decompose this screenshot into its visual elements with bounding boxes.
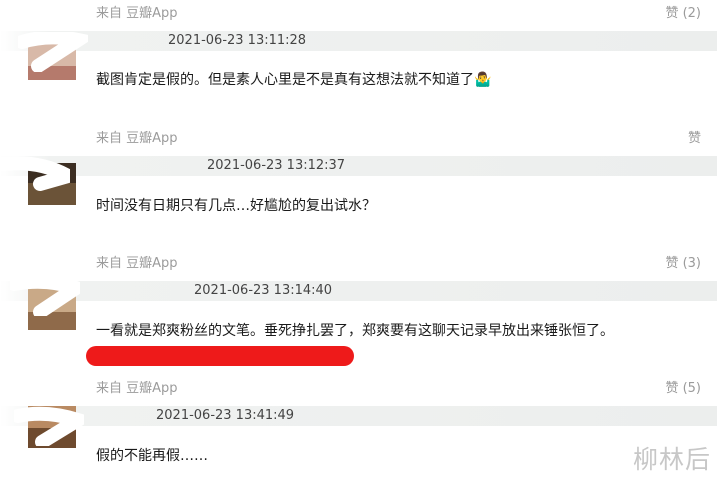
comment-3-meta: 来自 豆瓣App 赞 (3): [0, 251, 717, 271]
comment-4-meta: 来自 豆瓣App 赞 (5): [0, 376, 717, 396]
comment-header: 2021-06-23 13:12:37: [0, 156, 717, 176]
comment-text: 时间没有日期只有几点…好尴尬的复出试水？: [96, 198, 376, 214]
comment-source: 来自 豆瓣App: [96, 256, 178, 271]
scribble-mark: [18, 32, 88, 72]
comment-text: 一看就是郑爽粉丝的文笔。垂死挣扎罢了，郑爽要有这聊天记录早放出来锤张恒了。: [96, 323, 614, 339]
comment-header: 2021-06-23 13:11:28: [0, 31, 717, 51]
comment-source: 来自 豆瓣App: [96, 131, 178, 146]
redaction-mark: [86, 346, 354, 366]
like-button[interactable]: 赞 (2): [665, 2, 701, 21]
comment-source: 来自 豆瓣App: [96, 381, 178, 396]
comment-2-meta: 来自 豆瓣App 赞: [0, 126, 717, 146]
watermark: 柳林后: [632, 445, 711, 474]
like-button[interactable]: 赞: [688, 127, 701, 146]
like-button[interactable]: 赞 (3): [665, 252, 701, 271]
comment-timestamp: 2021-06-23 13:12:37: [207, 158, 346, 173]
comment-text: 截图肯定是假的。但是素人心里是不是真有这想法就不知道了🤷‍♂️: [96, 72, 492, 88]
scribble-mark: [14, 406, 84, 446]
comment-text: 假的不能再假……: [96, 448, 208, 464]
comment-timestamp: 2021-06-23 13:11:28: [168, 33, 307, 48]
comment-1-meta: 来自 豆瓣App 赞 (2): [0, 1, 717, 21]
scribble-mark: [0, 156, 70, 191]
comment-header: 2021-06-23 13:41:49: [0, 406, 717, 426]
comment-header: 2021-06-23 13:14:40: [0, 281, 717, 301]
comment-timestamp: 2021-06-23 13:41:49: [156, 408, 295, 423]
comment-source: 来自 豆瓣App: [96, 6, 178, 21]
like-button[interactable]: 赞 (5): [665, 377, 701, 396]
comment-timestamp: 2021-06-23 13:14:40: [194, 283, 333, 298]
scribble-mark: [10, 276, 80, 316]
